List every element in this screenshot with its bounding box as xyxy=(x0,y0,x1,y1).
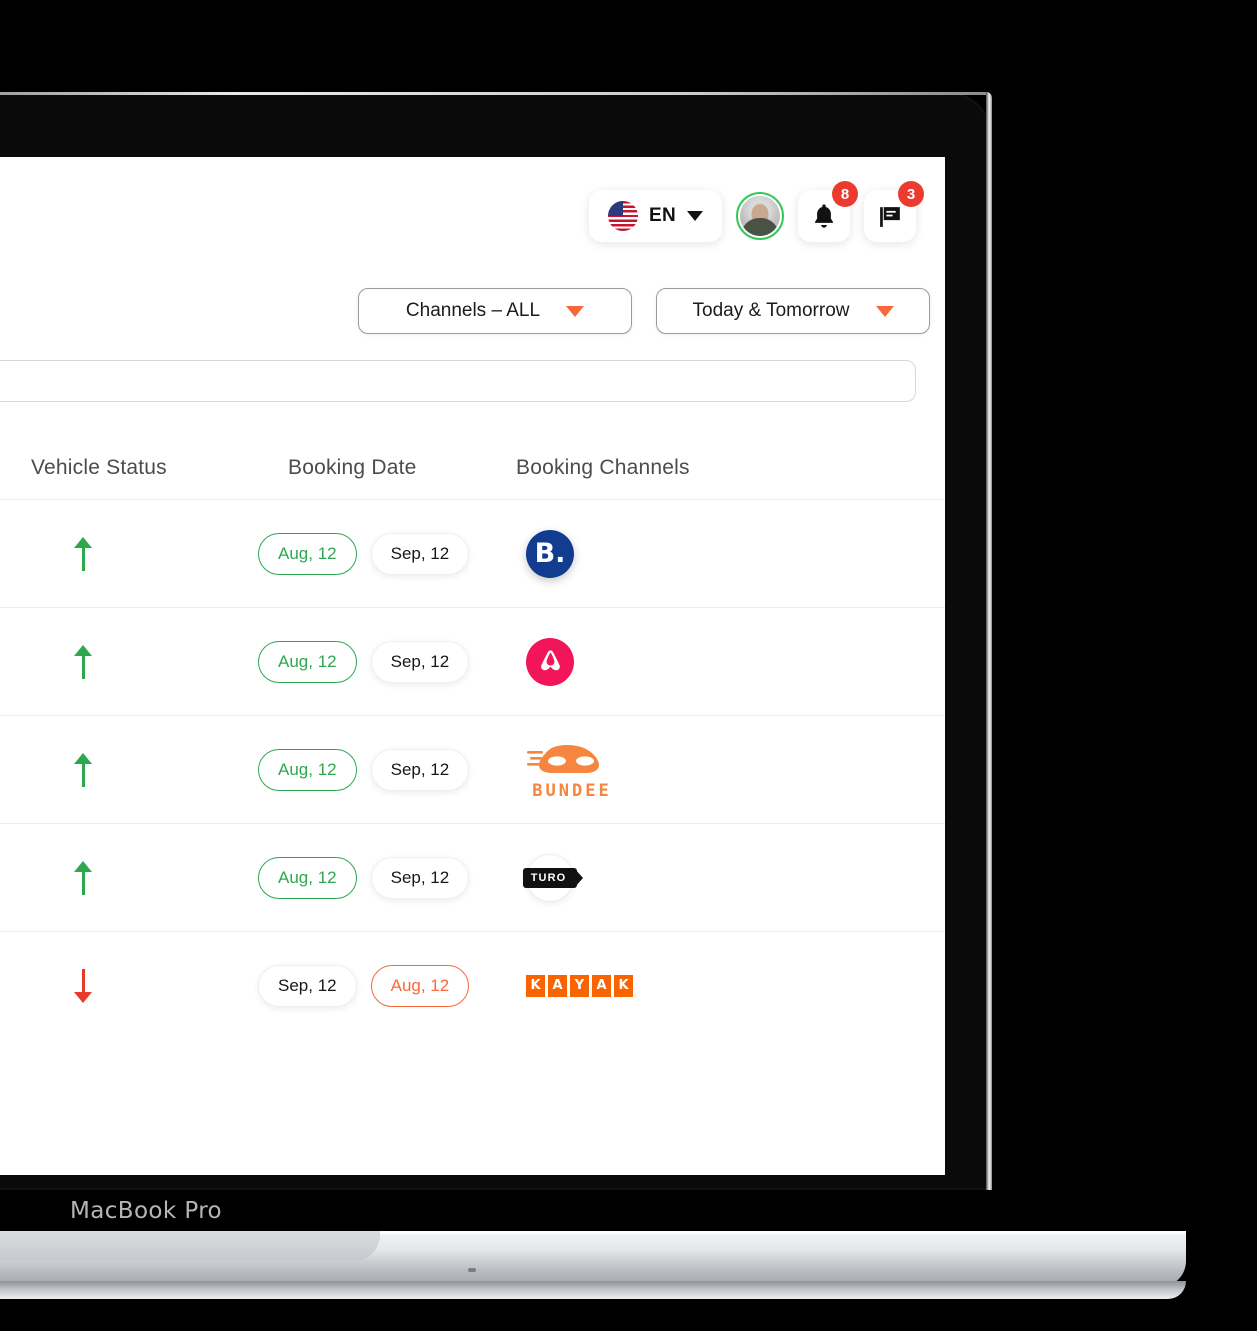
app-screen: EN 8 3 Channels – ALL Today & Tomorrow V… xyxy=(0,157,945,1175)
booked-by-trips: 23 Trips xyxy=(0,559,12,579)
filter-row: Channels – ALL Today & Tomorrow xyxy=(358,288,930,334)
date-range-filter-label: Today & Tomorrow xyxy=(692,300,850,321)
cell-vehicle-status xyxy=(12,752,234,787)
language-code: EN xyxy=(649,205,676,226)
screenshot-root: MacBook Pro EN 8 3 Channels – ALL Today … xyxy=(0,0,1257,1331)
cell-vehicle-status xyxy=(12,644,234,679)
bundee-wordmark: BUNDEE xyxy=(532,781,612,801)
cell-vehicle-status xyxy=(12,536,234,571)
bezel-right-edge xyxy=(986,92,992,1190)
kayak-letter: A xyxy=(592,974,611,997)
search-input[interactable] xyxy=(0,360,916,402)
table-header-row: ked By Vehicle Status Booking Date Booki… xyxy=(0,437,945,499)
table-row[interactable]: Alisha Peter 1 Trips Sep, 12 Aug, 12 K A xyxy=(0,932,945,1039)
laptop-base-notch xyxy=(0,1231,380,1261)
column-header-vehicle-status: Vehicle Status xyxy=(31,456,167,479)
cell-booking-channel: B. xyxy=(470,529,720,578)
bell-icon xyxy=(814,204,834,228)
column-header-booking-channels: Booking Channels xyxy=(516,456,690,479)
kayak-letter: K xyxy=(526,974,545,997)
booking-date-pill-primary[interactable]: Aug, 12 xyxy=(258,748,357,791)
cell-booked-by: Alisha Peter 1 Trips xyxy=(0,960,12,1011)
cell-booked-by: Adam Evans 23 Trips xyxy=(0,528,12,579)
booking-date-pill-secondary[interactable]: Sep, 12 xyxy=(370,856,470,899)
bundee-logo[interactable]: BUNDEE xyxy=(526,738,618,801)
cell-booking-channel: TURO xyxy=(470,853,720,902)
cell-vehicle-status xyxy=(12,860,234,895)
booking-com-logo[interactable]: B. xyxy=(526,529,574,578)
macbook-pro-label: MacBook Pro xyxy=(70,1198,223,1224)
booked-by-name: Alisha Peter xyxy=(0,960,12,983)
cell-booking-channel: BUNDEE xyxy=(470,738,720,801)
channels-filter-label: Channels – ALL xyxy=(405,300,541,321)
bezel-top-edge xyxy=(0,92,990,95)
turo-wordmark: TURO xyxy=(522,867,578,888)
cell-booked-by: Adam Evans 23 Trips xyxy=(0,852,12,903)
table-row[interactable]: Adam Evans 23 Trips Aug, 12 Sep, 12 B. xyxy=(0,500,945,607)
booking-date-pill-secondary[interactable]: Sep, 12 xyxy=(370,640,470,683)
messages-button[interactable]: 3 xyxy=(864,181,924,242)
kayak-letter: Y xyxy=(570,974,589,997)
kayak-letter: A xyxy=(548,974,567,997)
cell-booking-channel: K A Y A K xyxy=(470,974,720,997)
airbnb-logo[interactable] xyxy=(526,637,574,686)
cell-booking-date: Aug, 12 Sep, 12 xyxy=(234,748,470,791)
date-range-filter-dropdown[interactable]: Today & Tomorrow xyxy=(656,288,930,334)
kayak-letter: K xyxy=(614,974,633,997)
cell-booking-date: Aug, 12 Sep, 12 xyxy=(234,532,470,575)
booking-date-pill-primary[interactable]: Aug, 12 xyxy=(258,532,357,575)
arrow-up-icon xyxy=(74,752,92,787)
arrow-up-icon xyxy=(74,860,92,895)
laptop-base-bottom xyxy=(0,1281,1186,1299)
cell-booking-date: Aug, 12 Sep, 12 xyxy=(234,640,470,683)
booked-by-trips: 23 Trips xyxy=(0,667,12,687)
booking-date-pill-primary[interactable]: Aug, 12 xyxy=(258,856,357,899)
booking-date-pill-secondary[interactable]: Aug, 12 xyxy=(370,964,470,1007)
booking-date-pill-secondary[interactable]: Sep, 12 xyxy=(370,532,470,575)
avatar[interactable] xyxy=(736,192,784,240)
cell-booked-by: Adam Evans 23 Trips xyxy=(0,636,12,687)
kayak-logo[interactable]: K A Y A K xyxy=(526,974,633,997)
arrow-up-icon xyxy=(74,644,92,679)
booked-by-name: Adam Evans xyxy=(0,528,12,551)
booked-by-name: Adam Evans xyxy=(0,852,12,875)
cell-booking-channel xyxy=(470,637,720,686)
booked-by-trips: 23 Trips xyxy=(0,883,12,903)
cell-booking-date: Aug, 12 Sep, 12 xyxy=(234,856,470,899)
arrow-down-icon xyxy=(74,968,92,1003)
booking-date-pill-secondary[interactable]: Sep, 12 xyxy=(370,748,470,791)
table-row[interactable]: Adam Evans 23 Trips Aug, 12 Sep, 12 TURO xyxy=(0,824,945,931)
booked-by-name: Adam Evans xyxy=(0,636,12,659)
booked-by-name: Adam Evans xyxy=(0,744,12,767)
bookings-table: ked By Vehicle Status Booking Date Booki… xyxy=(0,437,945,1039)
flag-message-icon xyxy=(879,207,900,227)
table-row[interactable]: Adam Evans 23 Trips Aug, 12 Sep, 12 xyxy=(0,716,945,823)
notifications-button[interactable]: 8 xyxy=(798,181,858,242)
table-row[interactable]: Adam Evans 23 Trips Aug, 12 Sep, 12 xyxy=(0,608,945,715)
booked-by-trips: 23 Trips xyxy=(0,775,12,795)
cell-vehicle-status xyxy=(12,968,234,1003)
caret-down-icon xyxy=(566,305,585,317)
booking-date-pill-primary[interactable]: Aug, 12 xyxy=(258,640,357,683)
airbnb-glyph xyxy=(540,650,560,671)
booking-date-pill-primary[interactable]: Sep, 12 xyxy=(258,964,357,1007)
notifications-badge: 8 xyxy=(832,181,858,207)
bundee-car-mask-icon xyxy=(527,745,599,773)
us-flag-icon xyxy=(608,201,638,231)
caret-down-icon xyxy=(875,305,894,317)
channels-filter-dropdown[interactable]: Channels – ALL xyxy=(358,288,632,334)
avatar-image xyxy=(740,196,780,236)
column-header-booked-by: ked By xyxy=(0,456,12,480)
messages-badge: 3 xyxy=(898,181,924,207)
arrow-up-icon xyxy=(74,536,92,571)
column-header-booking-date: Booking Date xyxy=(288,456,417,479)
chevron-down-icon xyxy=(687,211,703,221)
turo-logo[interactable]: TURO xyxy=(522,853,578,902)
language-selector[interactable]: EN xyxy=(589,190,722,242)
laptop-base-dot xyxy=(468,1268,476,1272)
booked-by-trips: 1 Trips xyxy=(0,991,12,1011)
cell-booking-date: Sep, 12 Aug, 12 xyxy=(234,964,470,1007)
top-bar: EN 8 3 xyxy=(589,181,924,242)
cell-booked-by: Adam Evans 23 Trips xyxy=(0,744,12,795)
